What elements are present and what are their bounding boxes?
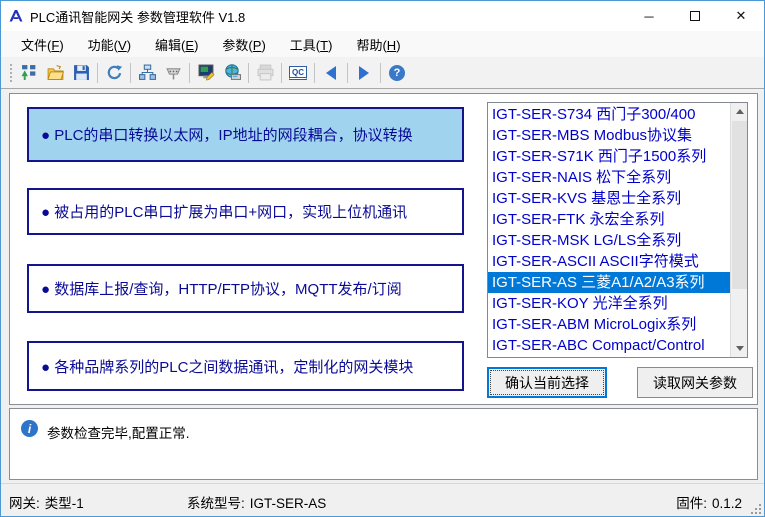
close-icon: ✕ <box>736 8 747 24</box>
printer-button <box>252 60 278 86</box>
network-config-button[interactable] <box>16 60 42 86</box>
toolbar-separator <box>248 63 249 83</box>
list-item[interactable]: IGT-SER-KOY 光洋全系列 <box>488 293 730 314</box>
statusbar-gateway: 网关: 类型-1 <box>9 492 84 512</box>
resize-grip[interactable] <box>759 512 761 514</box>
scrollbar-up-button[interactable] <box>731 103 748 120</box>
message-panel: i 参数检查完毕,配置正常. <box>9 408 758 480</box>
list-item[interactable]: IGT-SER-MSK LG/LS全系列 <box>488 230 730 251</box>
printer-icon <box>257 64 274 81</box>
network-globe-icon <box>224 64 241 81</box>
feature-text: ● PLC的串口转换以太网，IP地址的网段耦合，协议转换 <box>41 124 413 145</box>
scrollbar-down-button[interactable] <box>731 340 748 357</box>
system-model-label: 系统型号: <box>187 496 245 511</box>
list-item[interactable]: IGT-SER-S71K 西门子1500系列 <box>488 146 730 167</box>
back-icon <box>326 66 336 80</box>
toolbar-separator <box>130 63 131 83</box>
monitor-edit-icon <box>198 64 215 81</box>
monitor-edit-button[interactable] <box>193 60 219 86</box>
status-message: 参数检查完毕,配置正常. <box>47 422 190 442</box>
toolbar-separator <box>314 63 315 83</box>
list-item[interactable]: IGT-SER-MBS Modbus协议集 <box>488 125 730 146</box>
confirm-selection-button[interactable]: 确认当前选择 <box>487 367 607 398</box>
close-button[interactable]: ✕ <box>718 1 764 31</box>
gateway-label: 网关: <box>9 496 40 511</box>
save-button[interactable] <box>68 60 94 86</box>
serial-port-button[interactable] <box>160 60 186 86</box>
gateway-value: 类型-1 <box>45 496 84 511</box>
maximize-button[interactable] <box>672 1 718 31</box>
list-scrollbar[interactable] <box>730 103 747 357</box>
app-logo-icon <box>8 8 24 24</box>
toolbar-separator <box>380 63 381 83</box>
qc-button[interactable]: QC <box>285 60 311 86</box>
menu-params[interactable]: 参数(P) <box>210 32 277 57</box>
refresh-icon <box>106 64 123 81</box>
list-item-selected[interactable]: IGT-SER-AS 三菱A1/A2/A3系列 <box>488 272 730 293</box>
network-globe-button[interactable] <box>219 60 245 86</box>
feature-text: ● 数据库上报/查询，HTTP/FTP协议，MQTT发布/订阅 <box>41 278 402 299</box>
help-icon: ? <box>389 65 405 81</box>
main-panel: ● PLC的串口转换以太网，IP地址的网段耦合，协议转换 ● 被占用的PLC串口… <box>9 93 758 405</box>
toolbar-separator <box>281 63 282 83</box>
list-item[interactable]: IGT-SER-ABC Compact/Control <box>488 335 730 356</box>
statusbar-system-model: 系统型号: IGT-SER-AS <box>187 492 326 512</box>
feature-box-port-expansion[interactable]: ● 被占用的PLC串口扩展为串口+网口，实现上位机通讯 <box>27 188 464 235</box>
feature-box-database-mqtt[interactable]: ● 数据库上报/查询，HTTP/FTP协议，MQTT发布/订阅 <box>27 264 464 313</box>
minimize-button[interactable]: ─ <box>626 1 672 31</box>
save-icon <box>73 64 90 81</box>
system-model-value: IGT-SER-AS <box>250 496 327 511</box>
firmware-value: 0.1.2 <box>712 496 742 511</box>
menu-tools[interactable]: 工具(T) <box>278 32 345 57</box>
list-item[interactable]: IGT-SER-NAIS 松下全系列 <box>488 167 730 188</box>
scrollbar-thumb[interactable] <box>732 121 747 289</box>
menu-help[interactable]: 帮助(H) <box>344 32 412 57</box>
menu-file[interactable]: 文件(F) <box>9 32 76 57</box>
info-icon: i <box>21 420 38 437</box>
firmware-label: 固件: <box>676 496 707 511</box>
open-icon <box>47 64 64 81</box>
statusbar-firmware: 固件: 0.1.2 <box>676 492 742 512</box>
title-bar: PLC通讯智能网关 参数管理软件 V1.8 ─ ✕ <box>1 1 764 31</box>
menu-bar: 文件(F) 功能(V) 编辑(E) 参数(P) 工具(T) 帮助(H) <box>1 31 764 57</box>
forward-button[interactable] <box>351 60 377 86</box>
list-item[interactable]: IGT-SER-KVS 基恩士全系列 <box>488 188 730 209</box>
topology-button[interactable] <box>134 60 160 86</box>
feature-box-plc-interconnect[interactable]: ● 各种品牌系列的PLC之间数据通讯，定制化的网关模块 <box>27 341 464 391</box>
feature-text: ● 被占用的PLC串口扩展为串口+网口，实现上位机通讯 <box>41 201 407 222</box>
toolbar-gripper[interactable] <box>9 64 12 82</box>
list-item[interactable]: IGT-SER-ABM MicroLogix系列 <box>488 314 730 335</box>
list-item[interactable]: IGT-SER-S734 西门子300/400 <box>488 104 730 125</box>
toolbar-separator <box>97 63 98 83</box>
minimize-icon: ─ <box>644 9 653 24</box>
network-config-icon <box>21 64 38 81</box>
status-bar: 网关: 类型-1 系统型号: IGT-SER-AS 固件: 0.1.2 <box>1 483 764 517</box>
serial-port-icon <box>165 64 182 81</box>
qc-icon: QC <box>289 66 307 80</box>
toolbar: QC ? <box>1 57 764 89</box>
help-button[interactable]: ? <box>384 60 410 86</box>
topology-icon <box>139 64 156 81</box>
model-list-items: IGT-SER-S734 西门子300/400 IGT-SER-MBS Modb… <box>488 103 730 357</box>
read-gateway-params-button[interactable]: 读取网关参数 <box>637 367 753 398</box>
back-button[interactable] <box>318 60 344 86</box>
feature-text: ● 各种品牌系列的PLC之间数据通讯，定制化的网关模块 <box>41 356 413 377</box>
list-item[interactable]: IGT-SER-ASCII ASCII字符模式 <box>488 251 730 272</box>
model-list: IGT-SER-S734 西门子300/400 IGT-SER-MBS Modb… <box>487 102 748 358</box>
toolbar-separator <box>347 63 348 83</box>
forward-icon <box>359 66 369 80</box>
scroll-up-icon <box>736 109 744 114</box>
maximize-icon <box>690 11 700 21</box>
feature-box-serial-to-ethernet[interactable]: ● PLC的串口转换以太网，IP地址的网段耦合，协议转换 <box>27 107 464 162</box>
toolbar-separator <box>189 63 190 83</box>
scroll-down-icon <box>736 346 744 351</box>
list-item[interactable]: IGT-SER-FTK 永宏全系列 <box>488 209 730 230</box>
menu-edit[interactable]: 编辑(E) <box>143 32 210 57</box>
window-title: PLC通讯智能网关 参数管理软件 V1.8 <box>30 7 245 26</box>
app-window: PLC通讯智能网关 参数管理软件 V1.8 ─ ✕ 文件(F) 功能(V) 编辑… <box>0 0 765 517</box>
window-controls: ─ ✕ <box>626 1 764 31</box>
refresh-button[interactable] <box>101 60 127 86</box>
open-button[interactable] <box>42 60 68 86</box>
menu-function[interactable]: 功能(V) <box>76 32 143 57</box>
